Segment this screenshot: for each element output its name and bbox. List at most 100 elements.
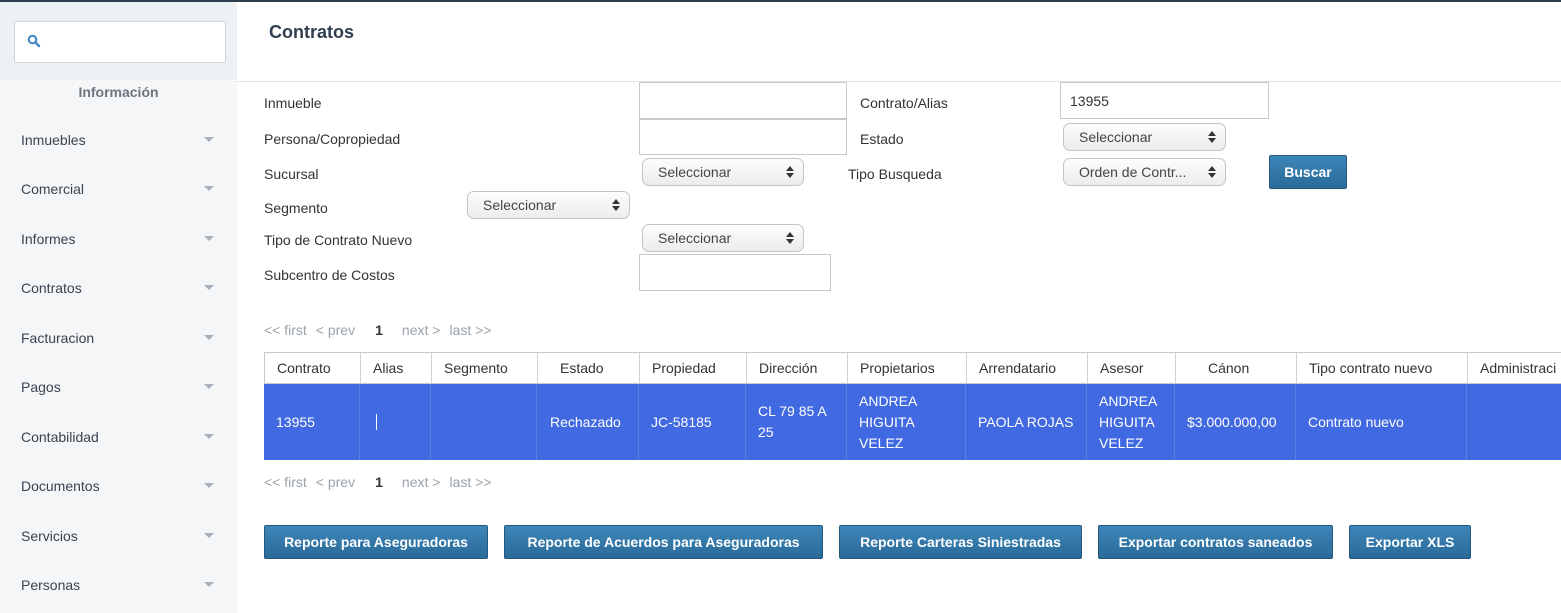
pager-first-link[interactable]: << first (264, 474, 307, 490)
tipo-busqueda-select[interactable]: Orden de Contr... (1063, 158, 1226, 186)
chevron-down-icon (204, 285, 214, 290)
pager-first-link[interactable]: << first (264, 322, 307, 338)
estado-select[interactable]: Seleccionar (1063, 123, 1226, 151)
cell-contrato: 13955 (264, 384, 360, 460)
segmento-select-value: Seleccionar (483, 197, 557, 213)
sidebar-item-inmuebles[interactable]: Inmuebles (0, 120, 237, 160)
sidebar-item-label: Comercial (21, 181, 85, 197)
column-header[interactable]: Alias (361, 353, 432, 383)
search-icon (27, 34, 41, 48)
tipo-busqueda-select-value: Orden de Contr... (1079, 164, 1187, 180)
sidebar-item-documentos[interactable]: Documentos (0, 466, 237, 506)
sucursal-select[interactable]: Seleccionar (642, 158, 804, 186)
sidebar-item-contratos[interactable]: Contratos (0, 268, 237, 308)
estado-label: Estado (860, 131, 904, 147)
sidebar-section-title: Información (78, 84, 159, 100)
sidebar-item-label: Contabilidad (21, 429, 99, 445)
sidebar-search-box[interactable] (14, 21, 226, 63)
chevron-down-icon (204, 384, 214, 389)
sidebar-item-informes[interactable]: Informes (0, 219, 237, 259)
column-header[interactable]: Estado (538, 353, 640, 383)
sidebar-item-label: Facturacion (21, 330, 95, 346)
cell-asesor: ANDREA HIGUITA VELEZ (1087, 384, 1175, 460)
contracts-table: Contrato Alias Segmento Estado Propiedad… (264, 352, 1561, 460)
tipo-contrato-nuevo-label: Tipo de Contrato Nuevo (264, 232, 413, 248)
pager-bottom: << first < prev 1 next > last >> (264, 474, 500, 490)
cell-arrendatario: PAOLA ROJAS (966, 384, 1087, 460)
sidebar-item-servicios[interactable]: Servicios (0, 516, 237, 556)
column-header[interactable]: Contrato (265, 353, 361, 383)
sidebar: Información Inmuebles Comercial Informes… (0, 2, 237, 613)
sucursal-select-value: Seleccionar (658, 164, 732, 180)
persona-label: Persona/Copropiedad (264, 131, 401, 147)
select-arrows-icon (786, 232, 794, 245)
column-header[interactable]: Propietarios (848, 353, 967, 383)
chevron-down-icon (204, 186, 214, 191)
sidebar-item-facturacion[interactable]: Facturacion (0, 318, 237, 358)
tipo-busqueda-label: Tipo Busqueda (848, 166, 942, 182)
pager-current-page: 1 (375, 474, 383, 490)
contrato-alias-label: Contrato/Alias (860, 95, 948, 111)
select-arrows-icon (1208, 131, 1216, 144)
segmento-select[interactable]: Seleccionar (467, 191, 630, 219)
cell-alias (360, 384, 431, 460)
column-header[interactable]: Arrendatario (967, 353, 1088, 383)
divider (237, 81, 1561, 82)
chevron-down-icon (204, 533, 214, 538)
pager-prev-link[interactable]: < prev (316, 322, 355, 338)
column-header[interactable]: Segmento (432, 353, 538, 383)
column-header[interactable]: Propiedad (640, 353, 747, 383)
exportar-saneados-button[interactable]: Exportar contratos saneados (1098, 525, 1333, 559)
pager-top: << first < prev 1 next > last >> (264, 322, 500, 338)
cell-tipo-contrato-nuevo: Contrato nuevo (1296, 384, 1467, 460)
column-header[interactable]: Cánon (1176, 353, 1297, 383)
sidebar-search-input[interactable] (49, 30, 219, 54)
chevron-down-icon (204, 582, 214, 587)
persona-field[interactable] (639, 119, 847, 155)
chevron-down-icon (204, 434, 214, 439)
reporte-aseguradoras-button[interactable]: Reporte para Aseguradoras (264, 525, 488, 559)
reporte-carteras-button[interactable]: Reporte Carteras Siniestradas (839, 525, 1082, 559)
tipo-contrato-nuevo-select[interactable]: Seleccionar (642, 224, 804, 252)
select-arrows-icon (1208, 166, 1216, 179)
exportar-xls-button[interactable]: Exportar XLS (1349, 525, 1471, 559)
cell-administracion (1467, 384, 1561, 460)
chevron-down-icon (204, 236, 214, 241)
column-header[interactable]: Asesor (1088, 353, 1176, 383)
pager-last-link[interactable]: last >> (449, 474, 491, 490)
sidebar-item-contabilidad[interactable]: Contabilidad (0, 417, 237, 457)
cell-estado: Rechazado (537, 384, 639, 460)
reporte-acuerdos-button[interactable]: Reporte de Acuerdos para Aseguradoras (504, 525, 823, 559)
cell-propietarios: ANDREA HIGUITA VELEZ (847, 384, 966, 460)
sidebar-item-label: Informes (21, 231, 76, 247)
column-header[interactable]: Dirección (747, 353, 848, 383)
pager-last-link[interactable]: last >> (449, 322, 491, 338)
column-header[interactable]: Administraci (1468, 353, 1561, 383)
contrato-alias-field[interactable] (1060, 82, 1269, 119)
tipo-contrato-nuevo-select-value: Seleccionar (658, 230, 732, 246)
sidebar-item-label: Inmuebles (21, 132, 86, 148)
buscar-button[interactable]: Buscar (1269, 155, 1347, 189)
column-header[interactable]: Tipo contrato nuevo (1297, 353, 1468, 383)
cell-propiedad: JC-58185 (639, 384, 746, 460)
pager-prev-link[interactable]: < prev (316, 474, 355, 490)
sidebar-item-label: Documentos (21, 478, 100, 494)
subcentro-label: Subcentro de Costos (264, 267, 395, 283)
pager-next-link[interactable]: next > (402, 322, 441, 338)
select-arrows-icon (612, 199, 620, 212)
inmueble-field[interactable] (639, 82, 847, 119)
sidebar-item-comercial[interactable]: Comercial (0, 169, 237, 209)
sidebar-item-label: Pagos (21, 379, 61, 395)
chevron-down-icon (204, 137, 214, 142)
sidebar-item-personas[interactable]: Personas (0, 565, 237, 605)
pager-next-link[interactable]: next > (402, 474, 441, 490)
pager-current-page: 1 (375, 322, 383, 338)
sucursal-label: Sucursal (264, 166, 319, 182)
text-cursor (376, 414, 377, 430)
sidebar-item-label: Personas (21, 577, 81, 593)
subcentro-field[interactable] (639, 254, 831, 291)
cell-segmento (431, 384, 537, 460)
sidebar-item-pagos[interactable]: Pagos (0, 367, 237, 407)
table-header: Contrato Alias Segmento Estado Propiedad… (264, 352, 1561, 384)
table-row[interactable]: 13955 Rechazado JC-58185 CL 79 85 A 25 A… (264, 384, 1561, 460)
